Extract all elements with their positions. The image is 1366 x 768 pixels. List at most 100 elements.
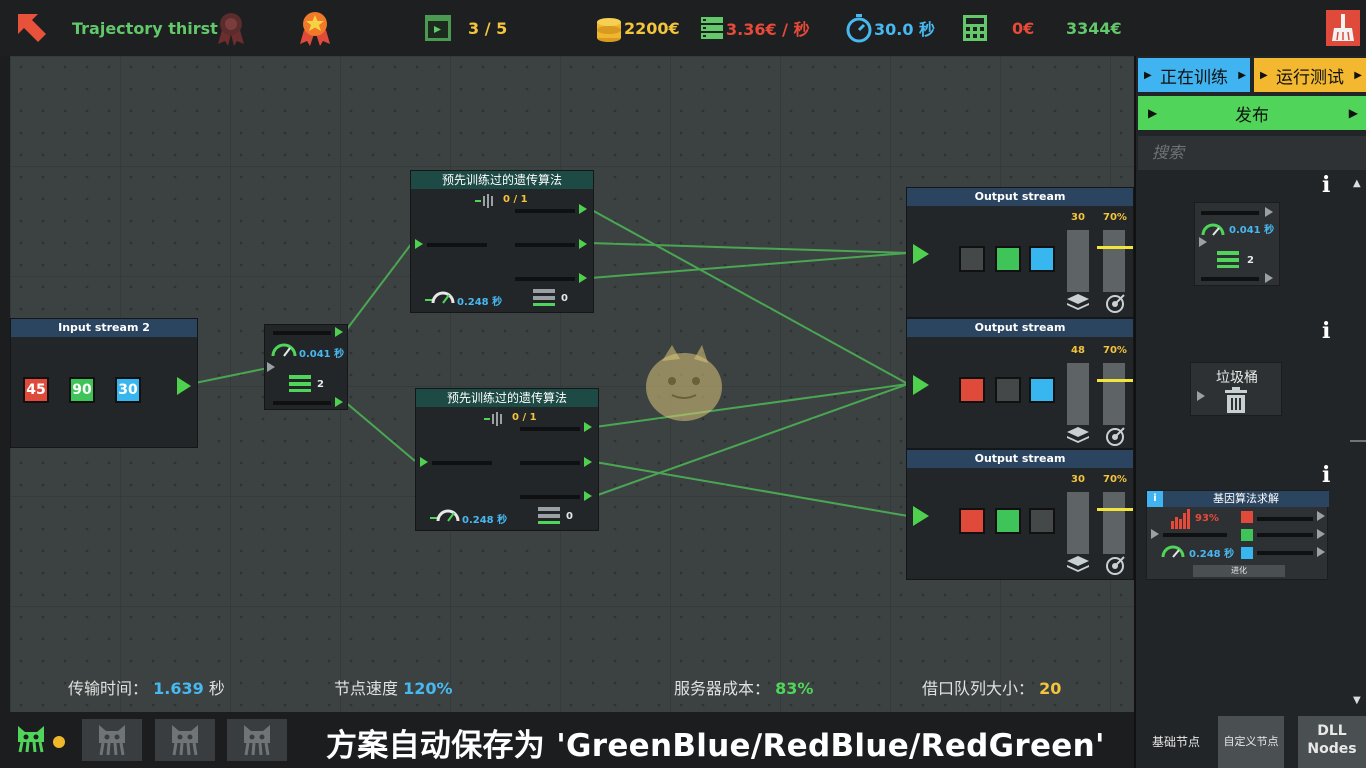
tab-dll-nodes[interactable]: DLL Nodes xyxy=(1298,716,1366,768)
algo1-in-port[interactable] xyxy=(415,239,423,249)
algo2-title: 预先训练过的遗传算法 xyxy=(416,389,598,407)
transfer-unit: 秒 xyxy=(208,679,225,698)
algo2-out-port-1[interactable] xyxy=(584,422,592,432)
splitter-in-port[interactable] xyxy=(267,362,275,372)
tab-custom-nodes[interactable]: 自定义节点 xyxy=(1218,716,1284,768)
info-icon[interactable]: i xyxy=(1322,318,1330,344)
bottom-bar: 方案自动保存为 'GreenBlue/RedBlue/RedGreen' xyxy=(0,712,1136,768)
palette-splitter-time: 0.041 秒 xyxy=(1229,225,1275,236)
server-value: 83% xyxy=(775,679,814,698)
output1-in-port[interactable] xyxy=(913,244,929,264)
publish-button[interactable]: ▶ 发布 ▶ xyxy=(1138,96,1366,130)
splitter-out-port-1[interactable] xyxy=(335,327,343,337)
queue-icon xyxy=(1217,251,1239,273)
algo2-out-port-3[interactable] xyxy=(584,491,592,501)
output2-in-port[interactable] xyxy=(913,375,929,395)
output3-title: Output stream xyxy=(907,450,1133,468)
search-input[interactable]: 搜索 xyxy=(1138,136,1366,170)
node-speed-stat: 节点速度 120% xyxy=(334,675,453,699)
algo1-time: 0.248 秒 xyxy=(457,297,503,308)
evolve-button[interactable]: 进化 xyxy=(1193,565,1285,577)
speed-value: 120% xyxy=(403,679,453,698)
train-speed-icon xyxy=(425,289,455,309)
input-stream-title: Input stream 2 xyxy=(11,319,197,337)
output3-count: 30 xyxy=(1071,474,1085,485)
speed-gauge-icon xyxy=(1161,543,1185,562)
splitter-time: 0.041 秒 xyxy=(299,349,345,360)
back-arrow-icon[interactable] xyxy=(12,0,52,56)
server-cost-stat: 服务器成本： 83% xyxy=(674,675,813,699)
queue-size-stat: 借口队列大小： 20 xyxy=(922,675,1061,699)
right-panel: ▶ 正在训练 ▶ ▶ 运行测试 ▶ ▶ 发布 ▶ 搜索 ▲ ▼ i 0.041 … xyxy=(1134,56,1366,768)
trash-can-icon xyxy=(1223,387,1249,417)
genetic-algorithm-node-2[interactable]: 预先训练过的遗传算法 0 / 1 0.248 秒 0 xyxy=(415,388,599,531)
input-output-port[interactable] xyxy=(177,377,191,395)
algo1-out-port-3[interactable] xyxy=(579,273,587,283)
palette-ga-solver-node[interactable]: i 基因算法求解 93% 0.248 秒 进化 xyxy=(1146,490,1329,580)
bronze-medal-icon xyxy=(214,0,248,56)
output-stream-node-2[interactable]: Output stream 48 70% xyxy=(906,318,1134,449)
palette-trash-node[interactable]: 垃圾桶 xyxy=(1190,362,1282,416)
input-value-green: 90 xyxy=(69,377,95,403)
run-test-button[interactable]: ▶ 运行测试 ▶ xyxy=(1254,58,1366,92)
input-stream-node[interactable]: Input stream 2 45 90 30 xyxy=(10,318,198,448)
queue-icon xyxy=(538,507,560,529)
genetic-algorithm-node-1[interactable]: 预先训练过的遗传算法 0 / 1 0.248 秒 0 xyxy=(410,170,594,313)
queue-icon xyxy=(289,375,311,397)
train-speed-icon xyxy=(430,507,460,527)
queue-label: 借口队列大小： xyxy=(922,679,1035,698)
stopwatch-icon xyxy=(846,0,872,56)
player-octocat-icon[interactable] xyxy=(14,722,48,760)
target-icon xyxy=(1105,556,1125,580)
ga-info-icon[interactable]: i xyxy=(1147,491,1163,507)
server-label: 服务器成本： xyxy=(674,679,771,698)
transfer-value: 1.639 xyxy=(153,679,204,698)
output-stream-node-1[interactable]: Output stream 30 70% xyxy=(906,187,1134,318)
info-icon[interactable]: i xyxy=(1322,172,1330,198)
clear-broom-button[interactable] xyxy=(1326,0,1360,56)
score-counter: 3344€ xyxy=(1066,18,1122,38)
output2-percent: 70% xyxy=(1103,345,1127,356)
algo1-count: 0 xyxy=(561,293,568,304)
save-slot-2[interactable] xyxy=(155,719,215,761)
mascot-watermark-icon xyxy=(632,341,736,431)
transfer-time-stat: 传输时间： 1.639 秒 xyxy=(68,675,225,699)
algo1-out-port-1[interactable] xyxy=(579,204,587,214)
transfer-label: 传输时间： xyxy=(68,679,149,698)
scroll-down-icon[interactable]: ▼ xyxy=(1353,695,1361,706)
algo2-time: 0.248 秒 xyxy=(462,515,508,526)
tab-basic-nodes[interactable]: 基础节点 xyxy=(1136,716,1216,768)
output3-percent: 70% xyxy=(1103,474,1127,485)
save-slot-3[interactable] xyxy=(227,719,287,761)
speed-gauge-icon xyxy=(1201,221,1225,240)
info-icon[interactable]: i xyxy=(1322,462,1330,488)
splitter-count: 2 xyxy=(317,379,324,390)
input-value-red: 45 xyxy=(23,377,49,403)
palette-scrollbar[interactable]: ▲ ▼ xyxy=(1350,178,1366,708)
splitter-out-port-2[interactable] xyxy=(335,397,343,407)
coins-icon xyxy=(594,0,624,56)
output2-count: 48 xyxy=(1071,345,1085,356)
palette-splitter-node[interactable]: 0.041 秒 2 xyxy=(1194,202,1280,286)
autosave-message: 方案自动保存为 'GreenBlue/RedBlue/RedGreen' xyxy=(326,728,1105,764)
scroll-up-icon[interactable]: ▲ xyxy=(1353,178,1361,189)
save-slot-1[interactable] xyxy=(82,719,142,761)
training-label: 正在训练 xyxy=(1160,67,1228,88)
algo2-count: 0 xyxy=(566,511,573,522)
algo2-out-port-2[interactable] xyxy=(584,457,592,467)
algo1-out-port-2[interactable] xyxy=(579,239,587,249)
training-button[interactable]: ▶ 正在训练 ▶ xyxy=(1138,58,1250,92)
algo2-in-port[interactable] xyxy=(420,457,428,467)
level-icon xyxy=(424,0,452,56)
splitter-node[interactable]: 0.041 秒 2 xyxy=(264,324,348,410)
input-value-blue: 30 xyxy=(115,377,141,403)
top-bar: Trajectory thirst 3 / 5 2200€ 3.36€ / 秒 … xyxy=(0,0,1366,56)
output-stream-node-3[interactable]: Output stream 30 70% xyxy=(906,449,1134,580)
run-test-label: 运行测试 xyxy=(1276,67,1344,88)
input-signal-icon xyxy=(475,193,497,212)
target-icon xyxy=(1105,294,1125,318)
time-counter: 30.0 秒 xyxy=(874,20,936,39)
output3-in-port[interactable] xyxy=(913,506,929,526)
node-canvas[interactable]: Input stream 2 45 90 30 0.041 秒 2 预先训练过的… xyxy=(10,56,1134,712)
calculator-icon xyxy=(962,0,988,56)
